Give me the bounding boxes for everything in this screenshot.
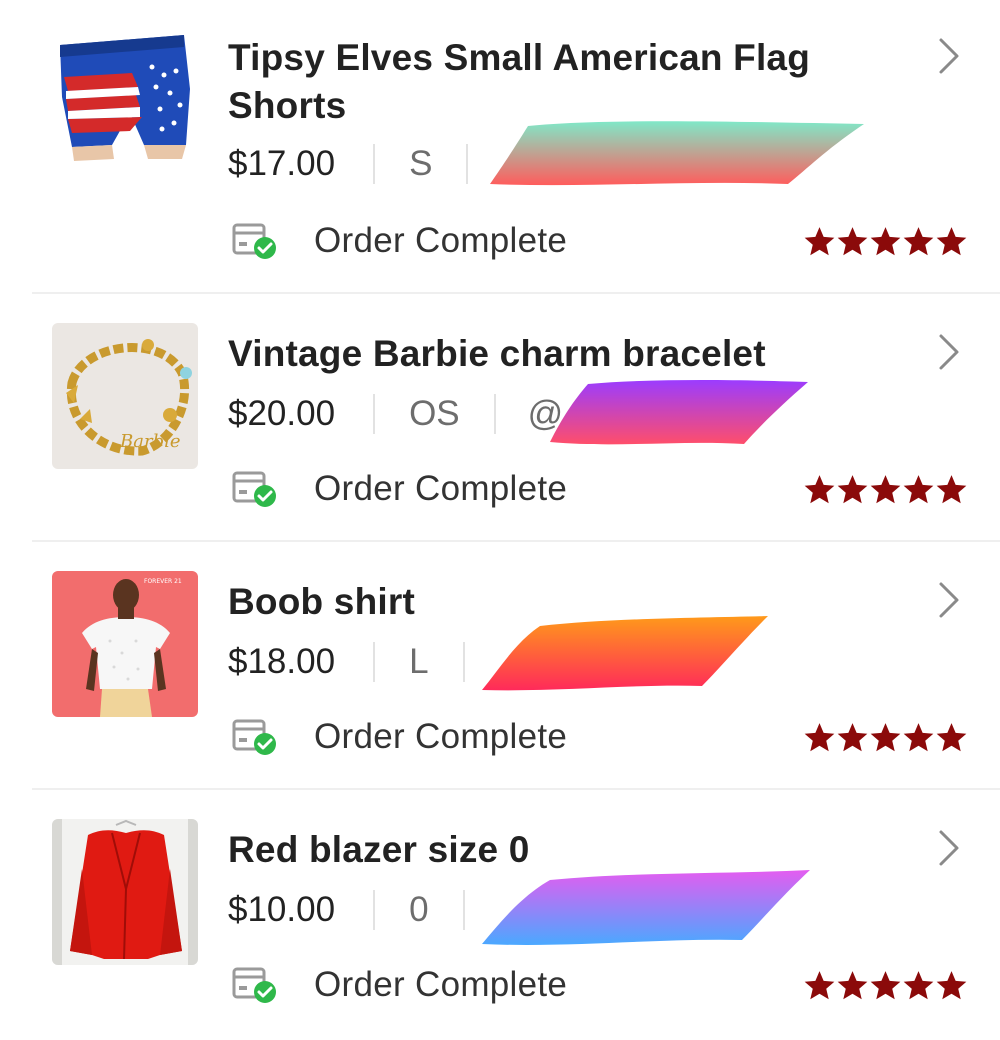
list-divider — [32, 292, 1000, 294]
order-list-item[interactable]: Red blazer size 0 $10.00 0 Order Complet — [0, 792, 1000, 1040]
package-check-icon — [232, 221, 278, 261]
package-check-icon — [232, 965, 278, 1005]
price: $18.00 — [228, 642, 336, 681]
divider — [373, 144, 376, 184]
price: $17.00 — [228, 144, 336, 183]
divider — [373, 890, 376, 930]
star-icon — [804, 226, 835, 255]
star-icon — [837, 226, 868, 255]
star-icon — [903, 474, 934, 503]
product-image-american-flag-shorts — [52, 27, 198, 173]
order-list-item[interactable]: Barbie Vintage Barbie charm bracelet $20… — [0, 296, 1000, 544]
star-rating — [803, 712, 968, 762]
divider — [373, 394, 376, 434]
star-icon — [903, 722, 934, 751]
product-title[interactable]: Vintage Barbie charm bracelet — [228, 330, 908, 378]
order-meta: $20.00 OS @ — [228, 390, 563, 438]
size-label: 0 — [409, 890, 429, 929]
product-title[interactable]: Red blazer size 0 — [228, 826, 908, 874]
svg-text:Barbie: Barbie — [119, 431, 181, 452]
chevron-right-icon[interactable] — [928, 332, 968, 372]
star-icon — [870, 722, 901, 751]
star-icon — [936, 722, 967, 751]
star-icon — [936, 474, 967, 503]
order-meta: $17.00 S — [228, 140, 469, 188]
order-status: Order Complete — [314, 717, 568, 756]
price: $20.00 — [228, 394, 336, 433]
chevron-right-icon[interactable] — [928, 36, 968, 76]
redaction-smear — [480, 868, 812, 945]
star-icon — [804, 722, 835, 751]
star-rating — [803, 960, 968, 1010]
order-list-item[interactable]: FOREVER 21 Boob shirt $18.00 L Order Com… — [0, 544, 1000, 792]
star-icon — [870, 970, 901, 999]
list-divider — [32, 788, 1000, 790]
divider — [493, 394, 496, 434]
redaction-smear — [548, 378, 810, 445]
star-icon — [903, 226, 934, 255]
product-image-gold-charm-bracelet: Barbie — [52, 323, 198, 469]
star-rating — [803, 464, 968, 514]
package-check-icon — [232, 469, 278, 509]
price: $10.00 — [228, 890, 336, 929]
product-image-white-crop-top: FOREVER 21 — [52, 571, 198, 717]
order-status: Order Complete — [314, 221, 568, 260]
star-icon — [804, 970, 835, 999]
star-icon — [837, 722, 868, 751]
redaction-smear — [480, 614, 770, 691]
star-icon — [903, 970, 934, 999]
svg-text:FOREVER 21: FOREVER 21 — [144, 578, 182, 585]
star-icon — [870, 226, 901, 255]
order-status: Order Complete — [314, 965, 568, 1004]
chevron-right-icon[interactable] — [928, 828, 968, 868]
list-divider — [32, 540, 1000, 542]
divider — [462, 642, 465, 682]
order-list-item[interactable]: Tipsy Elves Small American Flag Shorts $… — [0, 0, 1000, 294]
size-label: L — [409, 642, 429, 681]
order-meta: $10.00 0 — [228, 886, 465, 934]
order-meta: $18.00 L — [228, 638, 465, 686]
size-label: S — [409, 144, 433, 183]
order-status: Order Complete — [314, 469, 568, 508]
divider — [373, 642, 376, 682]
product-title[interactable]: Tipsy Elves Small American Flag Shorts — [228, 34, 908, 130]
star-icon — [837, 474, 868, 503]
star-icon — [837, 970, 868, 999]
size-label: OS — [409, 394, 460, 433]
divider — [466, 144, 469, 184]
chevron-right-icon[interactable] — [928, 580, 968, 620]
divider — [462, 890, 465, 930]
product-image-red-blazer — [52, 819, 198, 965]
star-icon — [870, 474, 901, 503]
redaction-smear — [488, 118, 868, 186]
star-icon — [936, 970, 967, 999]
star-rating — [803, 216, 968, 266]
star-icon — [936, 226, 967, 255]
package-check-icon — [232, 717, 278, 757]
star-icon — [804, 474, 835, 503]
